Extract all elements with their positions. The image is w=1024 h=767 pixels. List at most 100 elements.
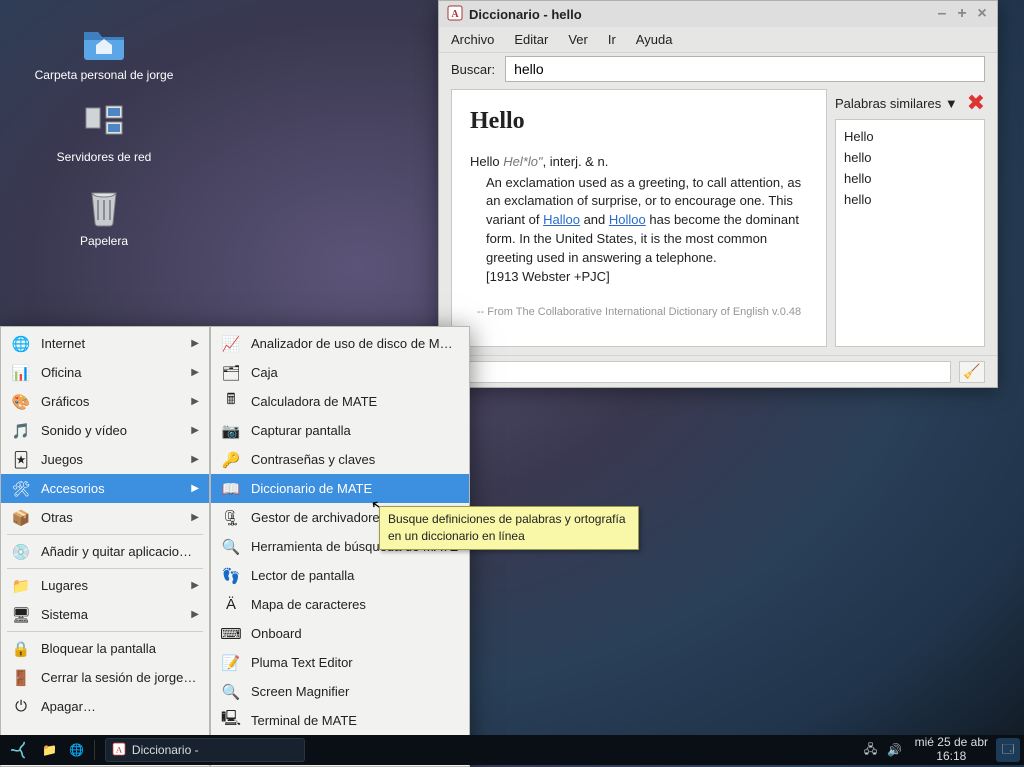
definition-phonetic: Hel*lo"	[503, 154, 542, 169]
system-icon: 🖥	[11, 605, 31, 625]
browser-launcher[interactable]: 🌐	[63, 738, 90, 762]
search-label: Buscar:	[451, 62, 495, 77]
svg-text:A: A	[116, 744, 123, 754]
menu-editar[interactable]: Editar	[506, 29, 556, 50]
menu-internet[interactable]: 🌐Internet▶	[1, 329, 209, 358]
submenu-screen-reader[interactable]: 👣Lector de pantalla	[211, 561, 469, 590]
desktop-icon-home[interactable]: Carpeta personal de jorge	[34, 16, 174, 84]
desktop-icon-label: Carpeta personal de jorge	[34, 68, 174, 84]
start-button[interactable]	[4, 738, 36, 762]
menu-shutdown[interactable]: ⏻Apagar…	[1, 692, 209, 721]
window-maximize-button[interactable]: +	[955, 7, 969, 21]
menu-lugares[interactable]: 📁Lugares▶	[1, 571, 209, 600]
chevron-right-icon: ▶	[191, 580, 199, 591]
definition-link-holloo[interactable]: Holloo	[609, 212, 646, 227]
window-minimize-button[interactable]: –	[935, 7, 949, 21]
submenu-screenshot[interactable]: 📷Capturar pantalla	[211, 416, 469, 445]
similar-word-item[interactable]: Hello	[844, 126, 976, 147]
dictionary-icon: A	[112, 742, 126, 759]
taskbar-clock[interactable]: mié 25 de abr 16:18	[915, 736, 988, 764]
chevron-right-icon: ▶	[191, 454, 199, 465]
search-input[interactable]	[505, 56, 985, 82]
similar-word-item[interactable]: hello	[844, 168, 976, 189]
close-icon[interactable]: ✖	[967, 92, 985, 114]
submenu-character-map[interactable]: ÄMapa de caracteres	[211, 590, 469, 619]
definition-citation: [1913 Webster +PJC]	[486, 268, 808, 287]
window-titlebar[interactable]: A Diccionario - hello – + ×	[439, 1, 997, 27]
menu-oficina[interactable]: 📊Oficina▶	[1, 358, 209, 387]
lock-icon: 🔒	[11, 639, 31, 659]
menu-lock-screen[interactable]: 🔒Bloquear la pantalla	[1, 634, 209, 663]
triskele-icon	[10, 740, 30, 760]
menu-graficos[interactable]: 🎨Gráficos▶	[1, 387, 209, 416]
search-icon: 🔍	[221, 537, 241, 557]
taskbar-app-dictionary[interactable]: A Diccionario -	[105, 738, 305, 762]
character-map-icon: Ä	[221, 595, 241, 615]
volume-tray-icon[interactable]: 🔊	[883, 738, 907, 762]
similar-word-item[interactable]: hello	[844, 189, 976, 210]
window-close-button[interactable]: ×	[975, 7, 989, 21]
archive-icon: 🗜	[221, 508, 241, 528]
file-manager-icon: 📁	[42, 743, 57, 757]
show-desktop-button[interactable]: 📁	[36, 738, 63, 762]
text-editor-icon: 📝	[221, 653, 241, 673]
submenu-dictionary[interactable]: 📖Diccionario de MATE	[211, 474, 469, 503]
chevron-right-icon: ▶	[191, 396, 199, 407]
chevron-right-icon: ▶	[191, 512, 199, 523]
submenu-terminal[interactable]: 🖳Terminal de MATE	[211, 706, 469, 735]
menu-otras[interactable]: 📦Otras▶	[1, 503, 209, 532]
submenu-passwords[interactable]: 🔑Contraseñas y claves	[211, 445, 469, 474]
chevron-right-icon: ▶	[191, 338, 199, 349]
menu-sonido-video[interactable]: 🎵Sonido y vídeo▶	[1, 416, 209, 445]
submenu-magnifier[interactable]: 🔍Screen Magnifier	[211, 677, 469, 706]
menu-add-remove-apps[interactable]: 💿Añadir y quitar aplicaciones	[1, 537, 209, 566]
definition-headword: Hello	[470, 154, 500, 169]
desktop-icon-label: Servidores de red	[34, 150, 174, 166]
broom-icon: 🧹	[963, 363, 980, 380]
submenu-caja[interactable]: 🗂Caja	[211, 358, 469, 387]
submenu-pluma[interactable]: 📝Pluma Text Editor	[211, 648, 469, 677]
menubar: Archivo Editar Ver Ir Ayuda	[439, 27, 997, 53]
similar-words-list[interactable]: Hello hello hello hello	[835, 119, 985, 347]
status-input[interactable]	[451, 361, 951, 383]
definition-heading: Hello	[470, 104, 808, 139]
menu-juegos[interactable]: 🃏Juegos▶	[1, 445, 209, 474]
menu-archivo[interactable]: Archivo	[443, 29, 502, 50]
tooltip: Busque definiciones de palabras y ortogr…	[379, 506, 639, 550]
graphics-icon: 🎨	[11, 392, 31, 412]
menu-accesorios[interactable]: 🛠Accesorios▶	[1, 474, 209, 503]
window-title: Diccionario - hello	[469, 7, 582, 22]
submenu-disk-analyzer[interactable]: 📈Analizador de uso de disco de MATE	[211, 329, 469, 358]
dictionary-icon: 📖	[221, 479, 241, 499]
similar-word-item[interactable]: hello	[844, 147, 976, 168]
chevron-right-icon: ▶	[191, 483, 199, 494]
menu-logout[interactable]: 🚪Cerrar la sesión de jorge…	[1, 663, 209, 692]
definition-pos: , interj. & n.	[543, 154, 609, 169]
desktop-icon-trash[interactable]: Papelera	[34, 182, 174, 250]
submenu-calculator[interactable]: 🖩Calculadora de MATE	[211, 387, 469, 416]
network-servers-icon	[80, 98, 128, 146]
clear-button[interactable]: 🧹	[959, 361, 985, 383]
menu-ayuda[interactable]: Ayuda	[628, 29, 681, 50]
definition-pane: Hello Hello Hel*lo", interj. & n. An exc…	[451, 89, 827, 347]
dictionary-window: A Diccionario - hello – + × Archivo Edit…	[438, 0, 998, 388]
menu-ver[interactable]: Ver	[560, 29, 596, 50]
definition-source: -- From The Collaborative International …	[470, 305, 808, 321]
network-tray-icon[interactable]: 🖧	[859, 738, 883, 762]
folder-icon: 📁	[11, 576, 31, 596]
menu-ir[interactable]: Ir	[600, 29, 624, 50]
definition-link-halloo[interactable]: Halloo	[543, 212, 580, 227]
keyboard-icon: ⌨	[221, 624, 241, 644]
similar-words-pane: Palabras similares ▼ ✖ Hello hello hello…	[835, 89, 985, 347]
submenu-onboard[interactable]: ⌨Onboard	[211, 619, 469, 648]
show-desktop-tray[interactable]: 🗔	[996, 738, 1020, 762]
office-icon: 📊	[11, 363, 31, 383]
desktop-icon-network[interactable]: Servidores de red	[34, 98, 174, 166]
taskbar: 📁 🌐 A Diccionario - 🖧 🔊 mié 25 de abr 16…	[0, 735, 1024, 765]
chevron-right-icon: ▶	[191, 425, 199, 436]
menu-sistema[interactable]: 🖥Sistema▶	[1, 600, 209, 629]
camera-icon: 📷	[221, 421, 241, 441]
similar-words-label[interactable]: Palabras similares ▼	[835, 96, 958, 111]
taskbar-app-label: Diccionario -	[132, 743, 199, 757]
package-icon: 💿	[11, 542, 31, 562]
